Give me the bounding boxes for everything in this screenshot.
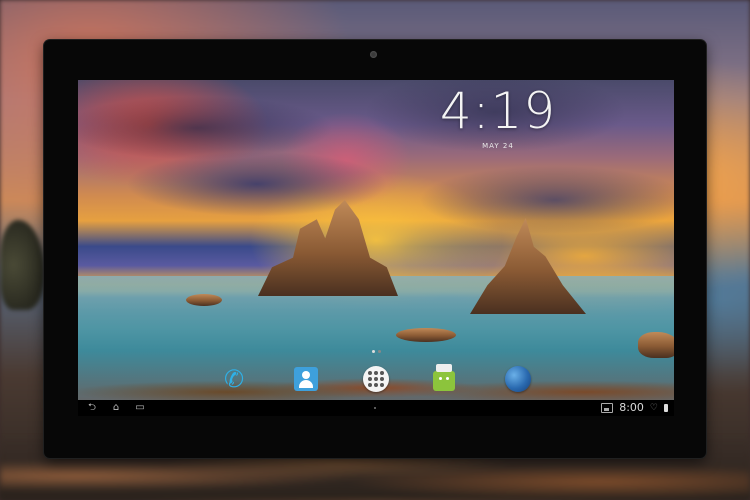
tablet-device: 4:19 MAY 24 ✆ ⮌ ⌂ ▭ 8:00 ♡ — [44, 40, 706, 458]
recents-button[interactable]: ▭ — [132, 400, 148, 416]
front-camera — [370, 51, 377, 58]
phone-app-button[interactable]: ✆ — [220, 365, 248, 393]
back-icon: ⮌ — [87, 402, 96, 413]
wallpaper-rock — [638, 332, 674, 358]
globe-icon — [505, 366, 531, 392]
messaging-app-button[interactable] — [430, 364, 458, 393]
recents-icon: ▭ — [135, 402, 145, 413]
tablet-screen[interactable]: 4:19 MAY 24 ✆ ⮌ ⌂ ▭ 8:00 ♡ — [78, 80, 674, 456]
contacts-icon — [294, 367, 318, 391]
nav-center-indicator — [374, 407, 376, 409]
phone-icon: ✆ — [223, 365, 245, 393]
wallpaper-rock — [186, 294, 222, 306]
home-button[interactable]: ⌂ — [108, 400, 124, 416]
apps-grid-icon — [363, 366, 389, 392]
app-dock: ✆ — [78, 362, 674, 398]
page-indicator — [368, 350, 384, 354]
wallpaper-rock — [396, 328, 456, 342]
all-apps-button[interactable] — [362, 365, 390, 393]
browser-app-button[interactable] — [504, 365, 532, 393]
battery-icon — [664, 404, 668, 412]
page-dot-active — [371, 350, 375, 353]
wallpaper-clouds — [78, 80, 674, 240]
lockscreen-clock[interactable]: 4:19 — [438, 80, 558, 142]
back-button[interactable]: ⮌ — [84, 400, 100, 416]
status-area[interactable]: 8:00 ♡ — [601, 400, 668, 416]
wifi-icon: ♡ — [649, 403, 658, 413]
status-time: 8:00 — [619, 401, 644, 414]
messaging-icon — [433, 364, 455, 391]
home-icon: ⌂ — [112, 402, 120, 413]
gallery-notification-icon — [601, 403, 614, 413]
page-dot — [377, 350, 381, 353]
lockscreen-date: MAY 24 — [482, 142, 514, 150]
navigation-bar: ⮌ ⌂ ▭ 8:00 ♡ — [78, 400, 674, 416]
contacts-app-button[interactable] — [292, 365, 320, 393]
